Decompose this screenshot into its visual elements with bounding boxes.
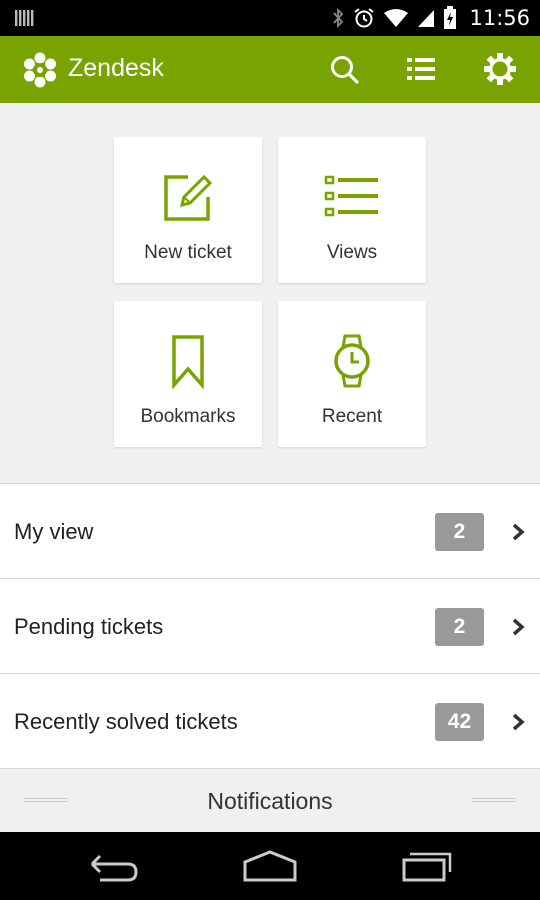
notifications-panel[interactable]: Notifications bbox=[0, 769, 540, 832]
signal-bars-icon bbox=[15, 10, 34, 26]
home-icon[interactable] bbox=[240, 848, 300, 884]
list-item-recently-solved[interactable]: Recently solved tickets 42 bbox=[0, 674, 540, 769]
watch-icon bbox=[334, 334, 370, 388]
app-bar: Zendesk bbox=[0, 36, 540, 103]
system-nav-bar bbox=[0, 832, 540, 900]
views-list-icon bbox=[324, 175, 378, 217]
list-item-label: Pending tickets bbox=[14, 614, 164, 639]
bluetooth-icon bbox=[333, 7, 344, 29]
tile-recent[interactable]: Recent bbox=[278, 301, 426, 447]
zendesk-logo-icon bbox=[24, 52, 56, 88]
app-title: Zendesk bbox=[68, 54, 164, 82]
search-icon[interactable] bbox=[327, 52, 361, 86]
tile-bookmarks[interactable]: Bookmarks bbox=[114, 301, 262, 447]
count-badge: 2 bbox=[435, 513, 484, 551]
tile-new-ticket[interactable]: New ticket bbox=[114, 137, 262, 283]
status-time: 11:56 bbox=[469, 6, 530, 30]
list-item-pending-tickets[interactable]: Pending tickets 2 bbox=[0, 579, 540, 674]
chevron-right-icon bbox=[512, 523, 525, 541]
tile-label: New ticket bbox=[144, 242, 232, 263]
list-item-label: My view bbox=[14, 519, 94, 544]
wifi-icon bbox=[384, 9, 409, 27]
new-ticket-icon bbox=[164, 174, 213, 221]
chevron-right-icon bbox=[512, 618, 525, 636]
count-badge: 2 bbox=[435, 608, 484, 646]
bookmark-icon bbox=[172, 335, 204, 389]
cell-signal-icon bbox=[418, 10, 435, 27]
list-icon[interactable] bbox=[404, 52, 438, 86]
chevron-right-icon bbox=[512, 713, 525, 731]
tile-label: Views bbox=[326, 242, 378, 263]
tile-label: Bookmarks bbox=[140, 406, 236, 427]
back-icon[interactable] bbox=[82, 848, 142, 884]
status-bar: 11:56 bbox=[0, 0, 540, 36]
tile-label: Recent bbox=[321, 406, 383, 427]
grip-line bbox=[472, 798, 516, 802]
notifications-title: Notifications bbox=[207, 788, 333, 814]
alarm-icon bbox=[354, 8, 375, 28]
recent-apps-icon[interactable] bbox=[398, 848, 458, 884]
tile-views[interactable]: Views bbox=[278, 137, 426, 283]
list-item-my-view[interactable]: My view 2 bbox=[0, 484, 540, 579]
count-badge: 42 bbox=[435, 703, 484, 741]
list-item-label: Recently solved tickets bbox=[14, 709, 238, 734]
battery-charging-icon bbox=[444, 6, 457, 29]
gear-icon[interactable] bbox=[483, 52, 517, 86]
ticket-views-list: My view 2 Pending tickets 2 Recently sol… bbox=[0, 483, 540, 769]
